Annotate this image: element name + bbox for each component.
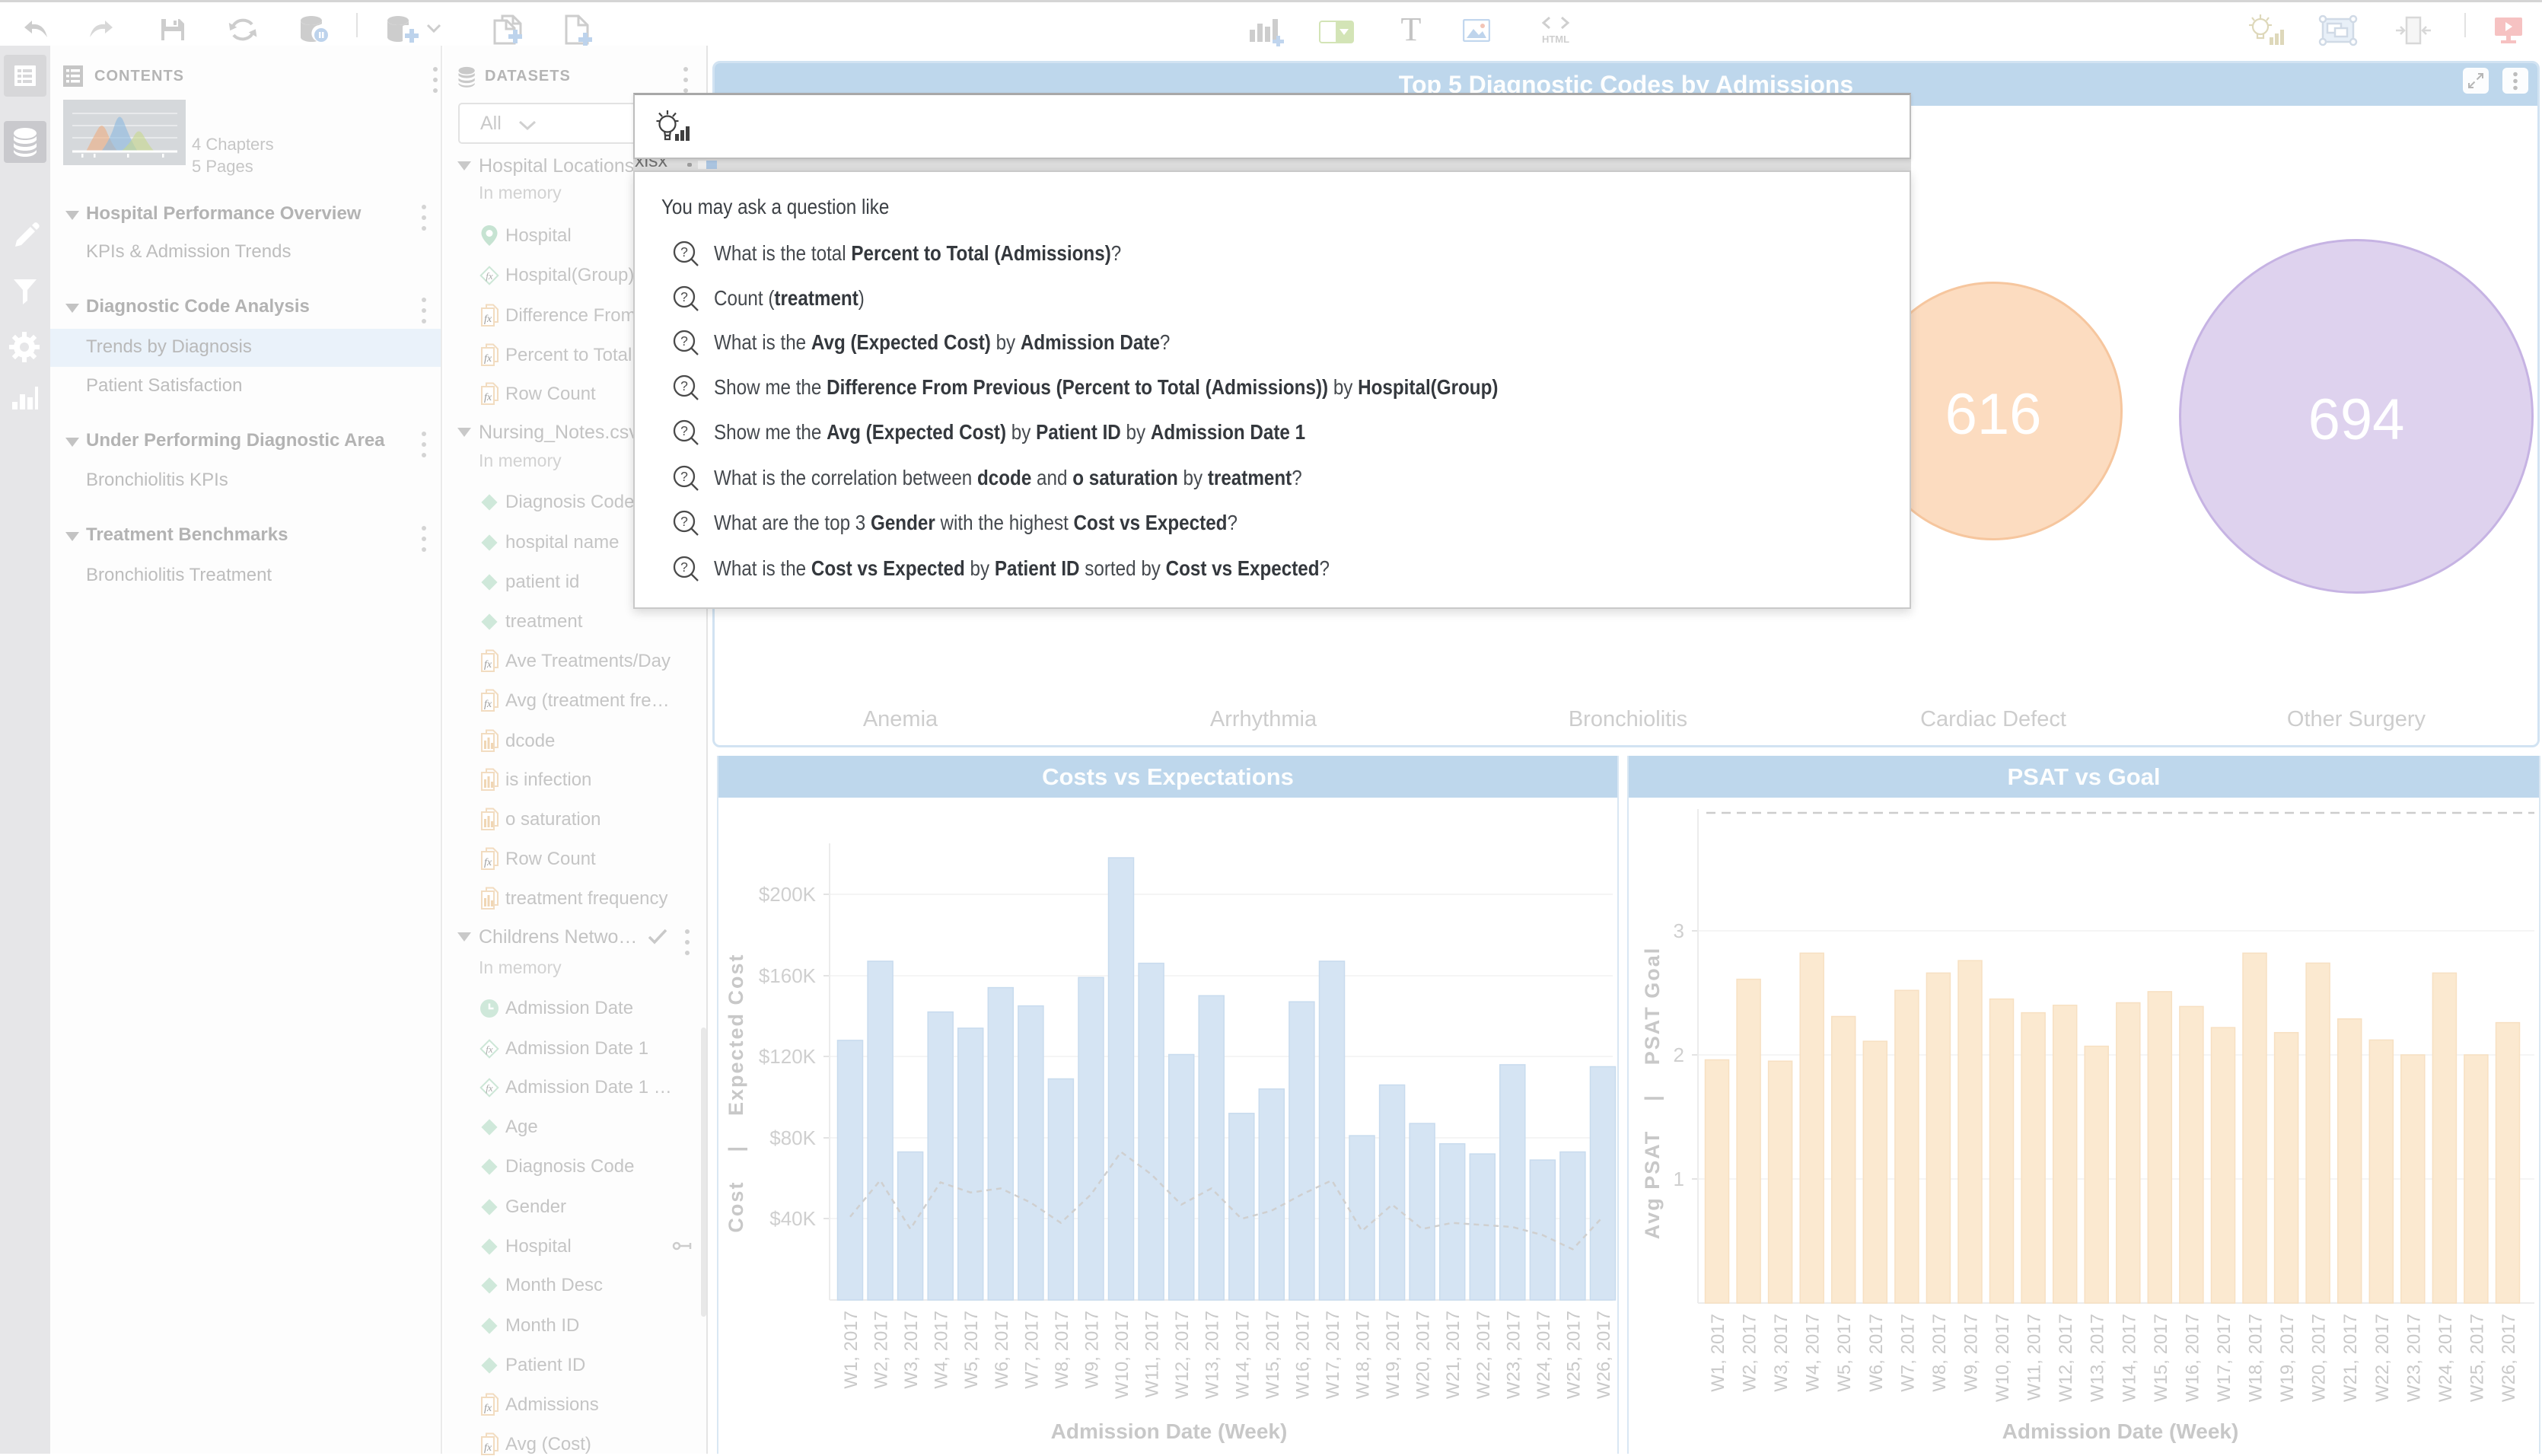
svg-text:3: 3 [1674,919,1684,942]
svg-text:W11, 2017: W11, 2017 [1142,1311,1163,1397]
svg-text:W14, 2017: W14, 2017 [2119,1314,2139,1402]
svg-text:W2, 2017: W2, 2017 [871,1311,892,1389]
svg-text:W26, 2017: W26, 2017 [1594,1311,1614,1399]
svg-text:fx: fx [484,314,492,325]
svg-text:W18, 2017: W18, 2017 [2246,1314,2266,1402]
svg-text:W1, 2017: W1, 2017 [1708,1314,1728,1392]
svg-text:fx: fx [486,1082,493,1094]
svg-text:W25, 2017: W25, 2017 [1563,1311,1584,1399]
svg-text:W8, 2017: W8, 2017 [1929,1314,1950,1392]
svg-text:W24, 2017: W24, 2017 [2435,1314,2456,1402]
svg-text:W10, 2017: W10, 2017 [1112,1311,1132,1399]
svg-text:W3, 2017: W3, 2017 [901,1311,922,1389]
svg-text:fx: fx [486,1043,493,1055]
svg-text:W18, 2017: W18, 2017 [1353,1311,1374,1399]
svg-text:W17, 2017: W17, 2017 [2214,1314,2235,1402]
svg-text:W1, 2017: W1, 2017 [841,1311,862,1389]
svg-text:fx: fx [484,1442,492,1454]
svg-text:W22, 2017: W22, 2017 [1473,1311,1494,1399]
svg-text:fx: fx [484,857,492,868]
svg-text:W7, 2017: W7, 2017 [1021,1311,1042,1389]
svg-text:W20, 2017: W20, 2017 [1413,1311,1434,1399]
svg-text:fx: fx [484,699,492,710]
svg-text:W12, 2017: W12, 2017 [1172,1311,1193,1399]
svg-text:W15, 2017: W15, 2017 [1263,1311,1283,1399]
svg-text:W9, 2017: W9, 2017 [1081,1311,1102,1389]
svg-text:fx: fx [486,270,493,282]
svg-text:W10, 2017: W10, 2017 [1993,1314,2013,1402]
svg-text:W8, 2017: W8, 2017 [1052,1311,1072,1389]
svg-text:W17, 2017: W17, 2017 [1323,1311,1343,1399]
svg-text:?: ? [680,289,688,304]
svg-text:fx: fx [484,659,492,671]
svg-text:W3, 2017: W3, 2017 [1771,1314,1792,1392]
svg-text:W22, 2017: W22, 2017 [2372,1314,2393,1402]
svg-text:fx: fx [484,353,492,365]
svg-text:$200K: $200K [759,883,817,906]
svg-text:Cost | Expected Cost: Cost | Expected Cost [725,953,747,1232]
svg-text:W11, 2017: W11, 2017 [2024,1314,2045,1400]
svg-text:W19, 2017: W19, 2017 [2277,1314,2298,1402]
svg-text:W16, 2017: W16, 2017 [1292,1311,1313,1399]
svg-text:W5, 2017: W5, 2017 [1834,1314,1855,1392]
svg-text:Admission Date (Week): Admission Date (Week) [1051,1419,1288,1443]
svg-text:$160K: $160K [759,964,817,987]
svg-text:W13, 2017: W13, 2017 [2088,1314,2108,1402]
svg-text:W19, 2017: W19, 2017 [1383,1311,1403,1399]
svg-text:$80K: $80K [769,1126,816,1149]
svg-text:W21, 2017: W21, 2017 [2340,1314,2361,1402]
svg-text:W12, 2017: W12, 2017 [2056,1314,2076,1402]
svg-text:W16, 2017: W16, 2017 [2182,1314,2203,1402]
svg-text:fx: fx [484,1403,492,1414]
svg-text:2: 2 [1674,1043,1684,1066]
svg-text:HTML: HTML [1542,33,1569,45]
svg-text:$120K: $120K [759,1045,817,1068]
svg-text:W7, 2017: W7, 2017 [1897,1314,1918,1392]
svg-text:W4, 2017: W4, 2017 [1803,1314,1824,1392]
svg-text:W6, 2017: W6, 2017 [992,1311,1012,1389]
svg-text:?: ? [680,559,688,575]
svg-text:W6, 2017: W6, 2017 [1866,1314,1887,1392]
svg-text:fx: fx [484,392,492,403]
svg-text:W25, 2017: W25, 2017 [2467,1314,2487,1402]
svg-text:?: ? [680,244,688,260]
svg-text:1: 1 [1674,1168,1684,1190]
svg-text:?: ? [680,378,688,393]
svg-text:?: ? [680,514,688,529]
svg-text:Admission Date (Week): Admission Date (Week) [2002,1419,2239,1443]
svg-text:Avg PSAT | PSAT Goal: Avg PSAT | PSAT Goal [1641,947,1664,1240]
svg-text:?: ? [680,333,688,349]
svg-text:W21, 2017: W21, 2017 [1443,1311,1464,1399]
svg-text:W14, 2017: W14, 2017 [1232,1311,1253,1399]
svg-text:W23, 2017: W23, 2017 [2403,1314,2424,1402]
svg-text:$40K: $40K [769,1207,816,1230]
svg-text:W26, 2017: W26, 2017 [2499,1314,2519,1402]
svg-text:W20, 2017: W20, 2017 [2309,1314,2330,1402]
svg-text:W4, 2017: W4, 2017 [932,1311,952,1389]
svg-text:W13, 2017: W13, 2017 [1203,1311,1223,1399]
svg-text:?: ? [680,423,688,438]
svg-text:W23, 2017: W23, 2017 [1503,1311,1524,1399]
svg-text:W9, 2017: W9, 2017 [1961,1314,1981,1392]
svg-text:W24, 2017: W24, 2017 [1534,1311,1554,1399]
svg-text:W15, 2017: W15, 2017 [2151,1314,2171,1402]
svg-text:W5, 2017: W5, 2017 [961,1311,982,1389]
svg-text:?: ? [680,469,688,484]
svg-text:W2, 2017: W2, 2017 [1740,1314,1760,1392]
